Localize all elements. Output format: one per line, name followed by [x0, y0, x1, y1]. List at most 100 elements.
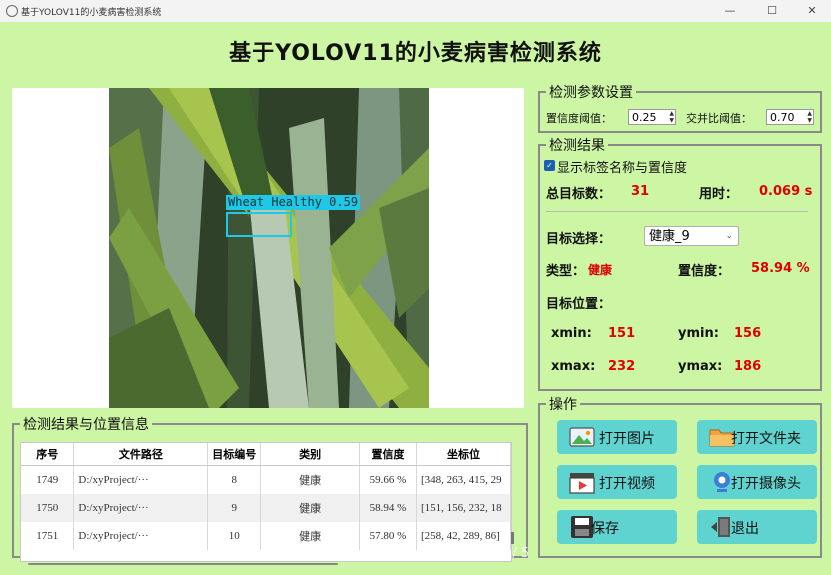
- detection-params-group: 检测参数设置 置信度阈值： 0.25 ▲ ▼ 交并比阈值： 0.70 ▲ ▼: [538, 82, 822, 133]
- xmin-value: 151: [608, 326, 636, 341]
- window-titlebar: 基于YOLOV11的小麦病害检测系统 — ☐ ✕: [0, 0, 831, 23]
- app-icon: [6, 5, 18, 17]
- save-button[interactable]: 保存: [557, 510, 677, 544]
- col-header-path[interactable]: 文件路径: [73, 443, 209, 466]
- table-header-row: 序号 文件路径 目标编号 类别 置信度 坐标位: [21, 443, 511, 466]
- cell-coords: [348, 263, 415, 29: [416, 465, 511, 494]
- spin-arrows-icon[interactable]: ▲ ▼: [807, 110, 812, 124]
- scrollbar-thumb[interactable]: [28, 563, 338, 565]
- table-vertical-scrollbar[interactable]: [511, 532, 514, 544]
- type-label: 类型：: [546, 264, 586, 279]
- table-row[interactable]: 1749 D:/xyProject/··· 8 健康 59.66 % [348,…: [21, 465, 511, 494]
- xmax-label: xmax:: [551, 359, 596, 374]
- results-table-group: 检测结果与位置信息 序号 文件路径 目标编号 类别 置信度 坐标位 1749 D…: [12, 414, 528, 565]
- minimize-button[interactable]: —: [710, 1, 750, 21]
- type-value: 健康: [588, 263, 613, 277]
- col-header-class[interactable]: 类别: [260, 443, 361, 466]
- cell-index: 1751: [21, 522, 75, 550]
- ymax-value: 186: [734, 359, 762, 374]
- target-select-label: 目标选择：: [546, 232, 612, 247]
- cell-class: 健康: [260, 494, 361, 522]
- operations-legend: 操作: [549, 397, 577, 413]
- results-table: 序号 文件路径 目标编号 类别 置信度 坐标位 1749 D:/xyProjec…: [21, 443, 511, 550]
- cell-target-id: 8: [207, 465, 262, 494]
- xmax-value: 232: [608, 359, 636, 374]
- cell-confidence: 59.66 %: [359, 465, 417, 494]
- conf-threshold-spinbox[interactable]: 0.25 ▲ ▼: [628, 109, 676, 125]
- video-clapper-icon: [569, 473, 595, 494]
- exit-button[interactable]: 退出: [697, 510, 817, 544]
- iou-threshold-label: 交并比阈值：: [686, 112, 752, 125]
- conf-threshold-value: 0.25: [632, 111, 657, 124]
- open-folder-button[interactable]: 打开文件夹: [697, 420, 817, 454]
- iou-threshold-spinbox[interactable]: 0.70 ▲ ▼: [766, 109, 814, 125]
- results-divider: [546, 211, 808, 212]
- target-position-label: 目标位置：: [546, 297, 612, 312]
- chevron-down-icon: ⌄: [725, 231, 733, 241]
- spin-arrows-icon[interactable]: ▲ ▼: [669, 110, 674, 124]
- ymin-label: ymin:: [678, 326, 719, 341]
- page-title: 基于YOLOV11的小麦病害检测系统: [229, 41, 602, 66]
- elapsed-time-value: 0.069 s: [759, 184, 813, 199]
- confidence-value: 58.94 %: [751, 261, 810, 276]
- cell-path: D:/xyProject/···: [73, 522, 209, 550]
- ymax-label: ymax:: [678, 359, 723, 374]
- open-video-button[interactable]: 打开视频: [557, 465, 677, 499]
- cell-confidence: 57.80 %: [359, 522, 417, 550]
- confidence-label: 置信度：: [678, 264, 731, 279]
- wheat-photo: Wheat Healthy 0.59: [109, 88, 429, 408]
- cell-index: 1749: [21, 465, 75, 494]
- save-label: 保存: [591, 521, 619, 537]
- app-client-area: 基于YOLOV11的小麦病害检测系统 Wheat Healthy 0.59 检测…: [0, 22, 831, 575]
- table-horizontal-scrollbar[interactable]: [20, 561, 510, 567]
- xmin-label: xmin:: [551, 326, 592, 341]
- window-title: 基于YOLOV11的小麦病害检测系统: [21, 8, 162, 18]
- detection-bounding-box: [226, 212, 292, 237]
- detection-label: Wheat Healthy 0.59: [226, 195, 361, 210]
- results-table-legend: 检测结果与位置信息: [23, 417, 149, 433]
- ymin-value: 156: [734, 326, 762, 341]
- target-select-value: 健康_9: [649, 229, 690, 244]
- cell-class: 健康: [260, 465, 361, 494]
- table-row[interactable]: 1750 D:/xyProject/··· 9 健康 58.94 % [151,…: [21, 494, 511, 522]
- open-image-button[interactable]: 打开图片: [557, 420, 677, 454]
- total-targets-value: 31: [631, 184, 650, 199]
- image-display-panel: Wheat Healthy 0.59: [12, 88, 524, 408]
- cell-index: 1750: [21, 494, 75, 522]
- cell-class: 健康: [260, 522, 361, 550]
- col-header-index[interactable]: 序号: [21, 443, 75, 466]
- cell-coords: [151, 156, 232, 18: [416, 494, 511, 522]
- open-camera-button[interactable]: 打开摄像头: [697, 465, 817, 499]
- cell-target-id: 9: [207, 494, 262, 522]
- open-folder-label: 打开文件夹: [731, 431, 801, 447]
- conf-threshold-label: 置信度阈值：: [546, 112, 612, 125]
- total-targets-label: 总目标数：: [546, 187, 612, 202]
- wheat-leaves-image: [109, 88, 429, 408]
- show-label-text: 显示标签名称与置信度: [557, 161, 688, 176]
- col-header-confidence[interactable]: 置信度: [359, 443, 417, 466]
- detection-results-group: 检测结果 ✓ 显示标签名称与置信度 总目标数： 31 用时： 0.069 s 目…: [538, 135, 822, 391]
- cell-path: D:/xyProject/···: [73, 465, 209, 494]
- target-select-dropdown[interactable]: 健康_9 ⌄: [644, 226, 739, 246]
- detection-params-legend: 检测参数设置: [549, 85, 633, 101]
- open-video-label: 打开视频: [599, 476, 655, 492]
- operations-group: 操作 打开图片 打开文件夹 打开视频 打开摄像头 保存 退出: [538, 394, 822, 558]
- cell-path: D:/xyProject/···: [73, 494, 209, 522]
- open-image-label: 打开图片: [599, 431, 655, 447]
- cell-target-id: 10: [207, 522, 262, 550]
- close-button[interactable]: ✕: [792, 1, 831, 21]
- image-icon: [569, 427, 595, 447]
- results-table-viewport[interactable]: 序号 文件路径 目标编号 类别 置信度 坐标位 1749 D:/xyProjec…: [20, 442, 512, 562]
- show-label-checkbox[interactable]: ✓: [544, 160, 555, 171]
- cell-confidence: 58.94 %: [359, 494, 417, 522]
- col-header-coords[interactable]: 坐标位: [416, 443, 511, 466]
- table-row[interactable]: 1751 D:/xyProject/··· 10 健康 57.80 % [258…: [21, 522, 511, 550]
- page-indicator: 4 / 5: [500, 546, 530, 561]
- detection-results-legend: 检测结果: [549, 138, 605, 154]
- exit-label: 退出: [731, 521, 759, 537]
- col-header-target-id[interactable]: 目标编号: [207, 443, 262, 466]
- cell-coords: [258, 42, 289, 86]: [416, 522, 511, 550]
- maximize-button[interactable]: ☐: [752, 1, 792, 21]
- open-camera-label: 打开摄像头: [731, 476, 801, 492]
- elapsed-time-label: 用时：: [699, 187, 739, 202]
